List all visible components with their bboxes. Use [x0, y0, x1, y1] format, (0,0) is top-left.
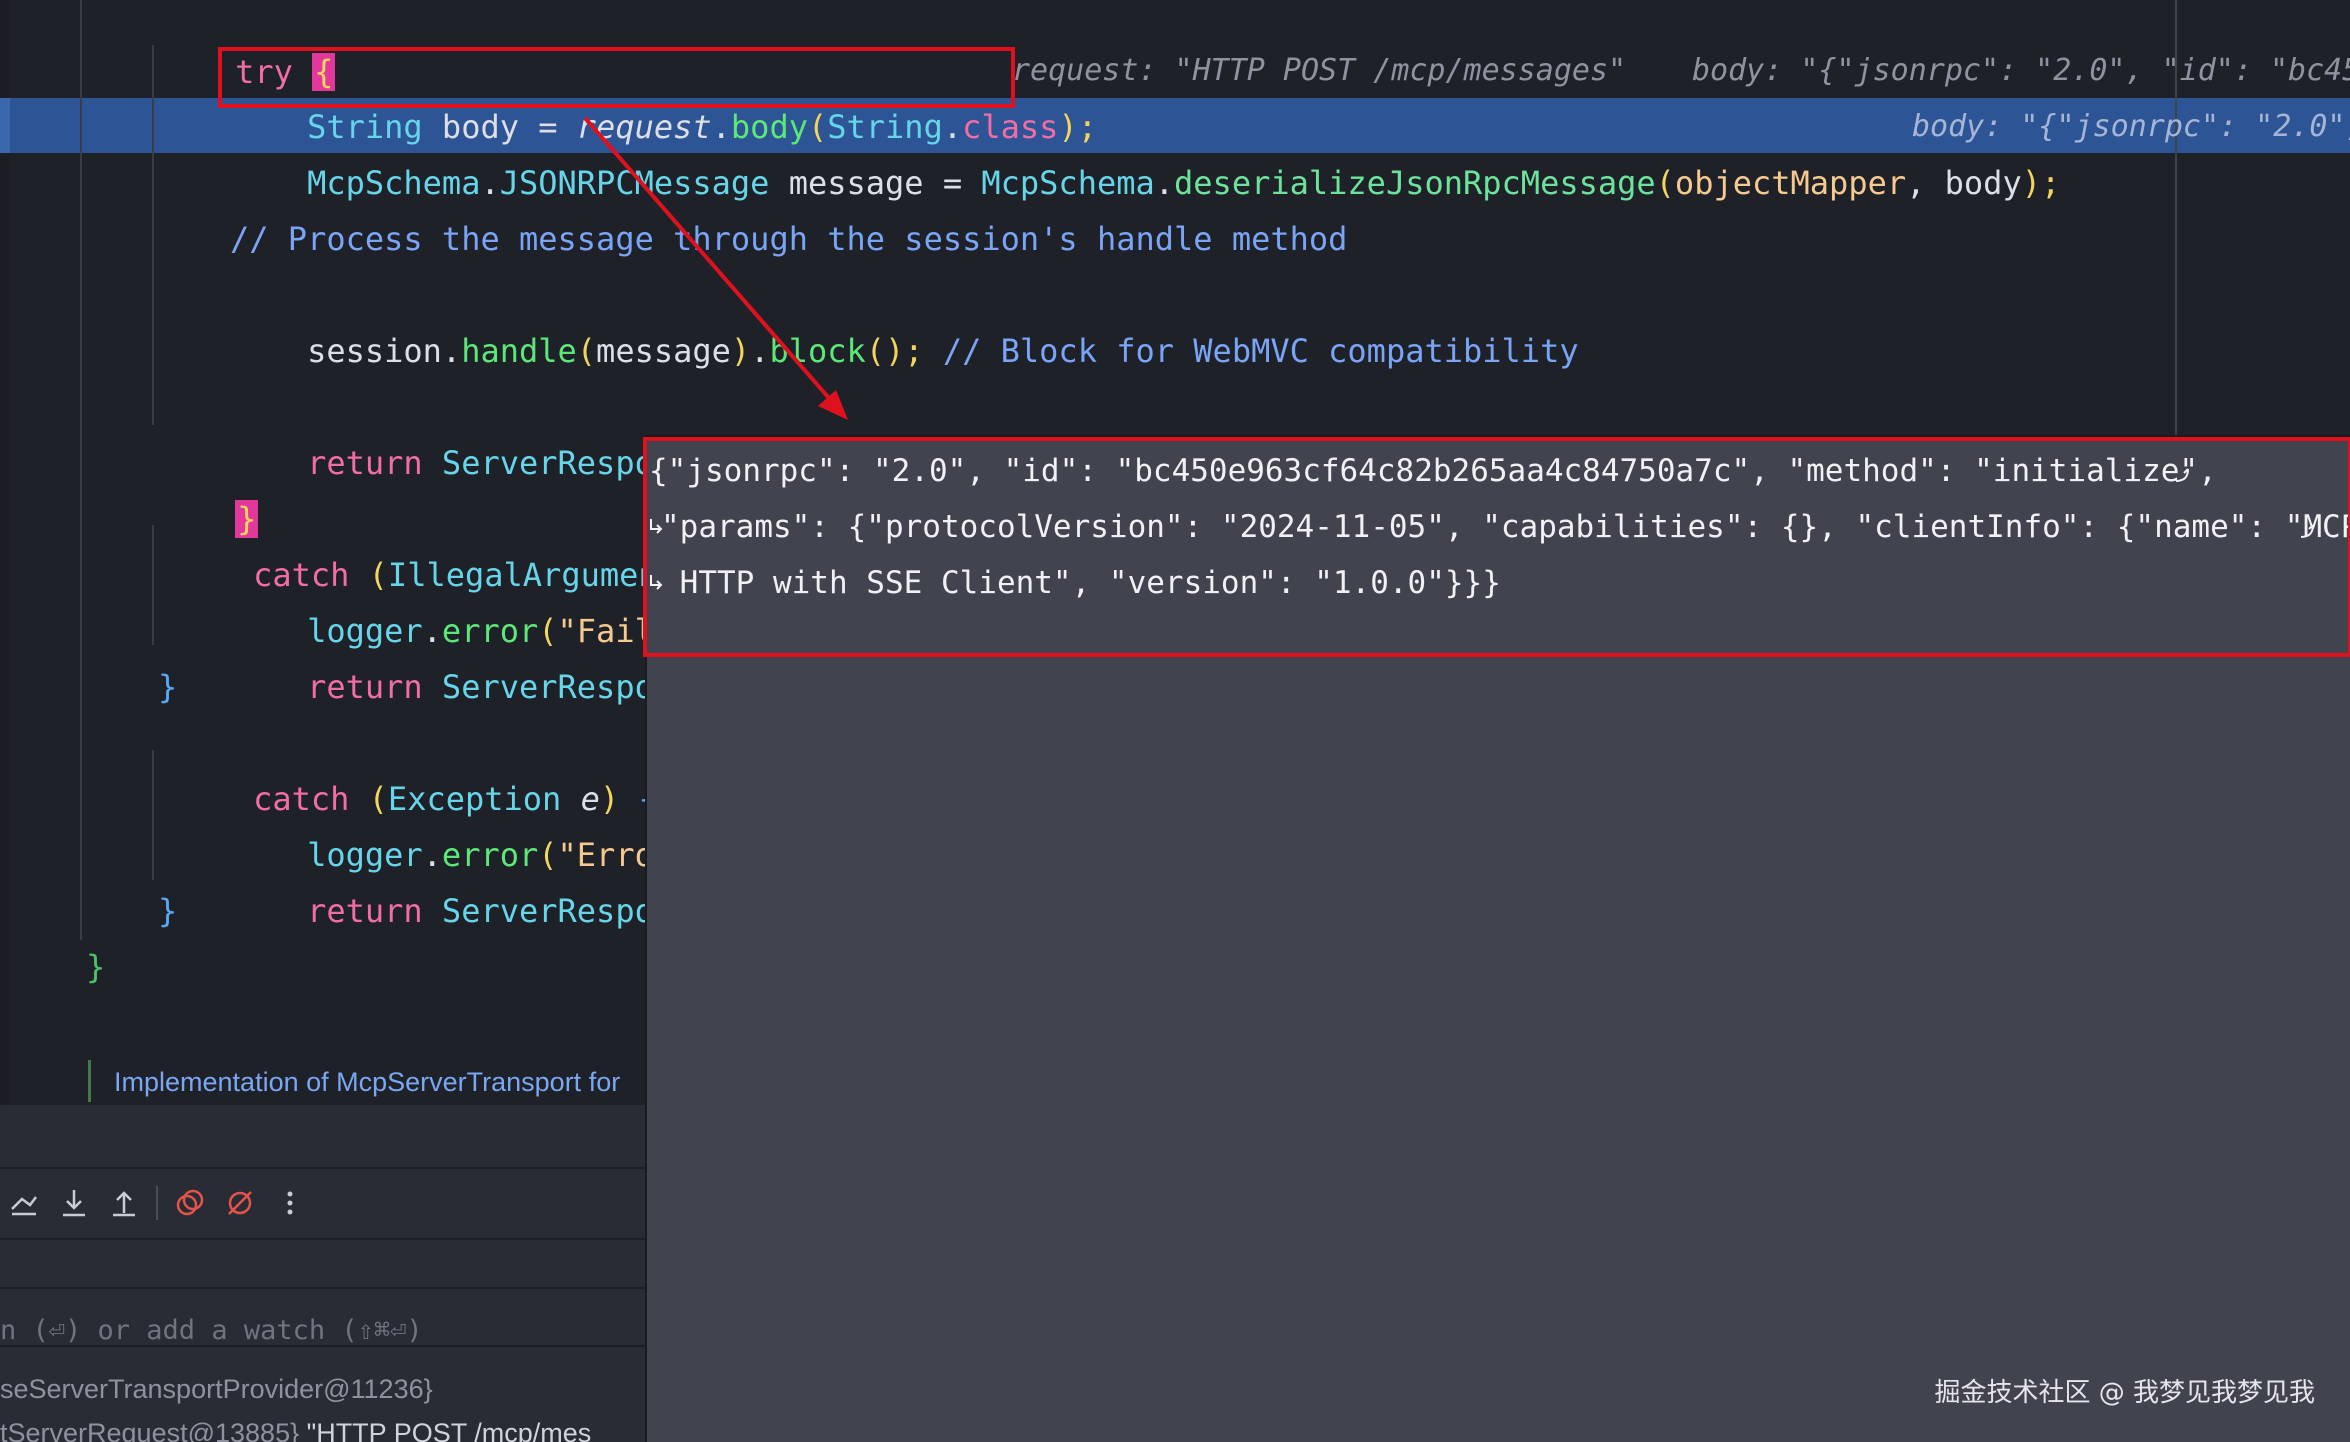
- watermark: 掘金技术社区 @ 我梦见我梦见我: [1934, 1378, 2315, 1408]
- doc-hint-text[interactable]: Implementation of McpServerTransport for: [114, 1058, 620, 1106]
- editor-gutter[interactable]: [0, 0, 10, 1105]
- debug-divider: [0, 1345, 645, 1347]
- value-popup[interactable]: {"jsonrpc": "2.0", "id": "bc450e963cf64c…: [643, 435, 2350, 1442]
- code-line-close-catch1[interactable]: }: [158, 659, 177, 715]
- code-line-handle[interactable]: session.handle(message).block(); // Bloc…: [230, 267, 1579, 370]
- step-into-icon[interactable]: [54, 1183, 94, 1223]
- debug-divider: [0, 1287, 645, 1289]
- indent-guide: [152, 525, 154, 645]
- mute-breakpoints-icon[interactable]: [220, 1183, 260, 1223]
- inline-value-exec-body: body: "{"jsonrpc": "2.0",: [1912, 109, 2350, 144]
- code-line-close-catch2[interactable]: }: [158, 883, 177, 939]
- code-line-return-ok[interactable]: return ServerResponse.ok().build();: [230, 379, 981, 482]
- debug-panel: n (⏎) or add a watch (⇧⌘⏎) seServerTrans…: [0, 1105, 645, 1442]
- code-line-close-method[interactable]: }: [86, 939, 105, 995]
- highlight-box-json-value: [643, 437, 2350, 657]
- comment-process-message: // Process the message through the sessi…: [230, 220, 1348, 258]
- inline-value-request: request: "HTTP POST /mcp/messages": [1012, 53, 1627, 88]
- debug-divider: [0, 1238, 645, 1240]
- indent-guide: [152, 750, 154, 880]
- debug-toolbar: [0, 1168, 645, 1238]
- doc-hint-bar: [88, 1060, 91, 1102]
- inline-value-body: body: "{"jsonrpc": "2.0", "id": "bc45: [1692, 53, 2350, 88]
- variable-row-provider[interactable]: seServerTransportProvider@11236}: [0, 1367, 433, 1411]
- view-breakpoints-icon[interactable]: [170, 1183, 210, 1223]
- indent-guide: [152, 45, 154, 425]
- step-over-icon[interactable]: [4, 1183, 44, 1223]
- evaluate-watch-input[interactable]: n (⏎) or add a watch (⇧⌘⏎): [0, 1303, 423, 1359]
- highlight-box-body-line: [218, 47, 1015, 108]
- toolbar-separator: [156, 1186, 158, 1220]
- more-options-icon[interactable]: [270, 1183, 310, 1223]
- indent-guide: [80, 0, 82, 940]
- step-out-icon[interactable]: [104, 1183, 144, 1223]
- variable-row-request[interactable]: tServerRequest@13885} "HTTP POST /mcp/me…: [0, 1411, 591, 1442]
- code-line-close-try[interactable]: }: [158, 435, 259, 538]
- code-line-catch-exception[interactable]: catch (Exception e) {: [176, 715, 658, 818]
- code-line-try[interactable]: try {: [158, 0, 336, 91]
- execution-point-marker: [0, 98, 10, 153]
